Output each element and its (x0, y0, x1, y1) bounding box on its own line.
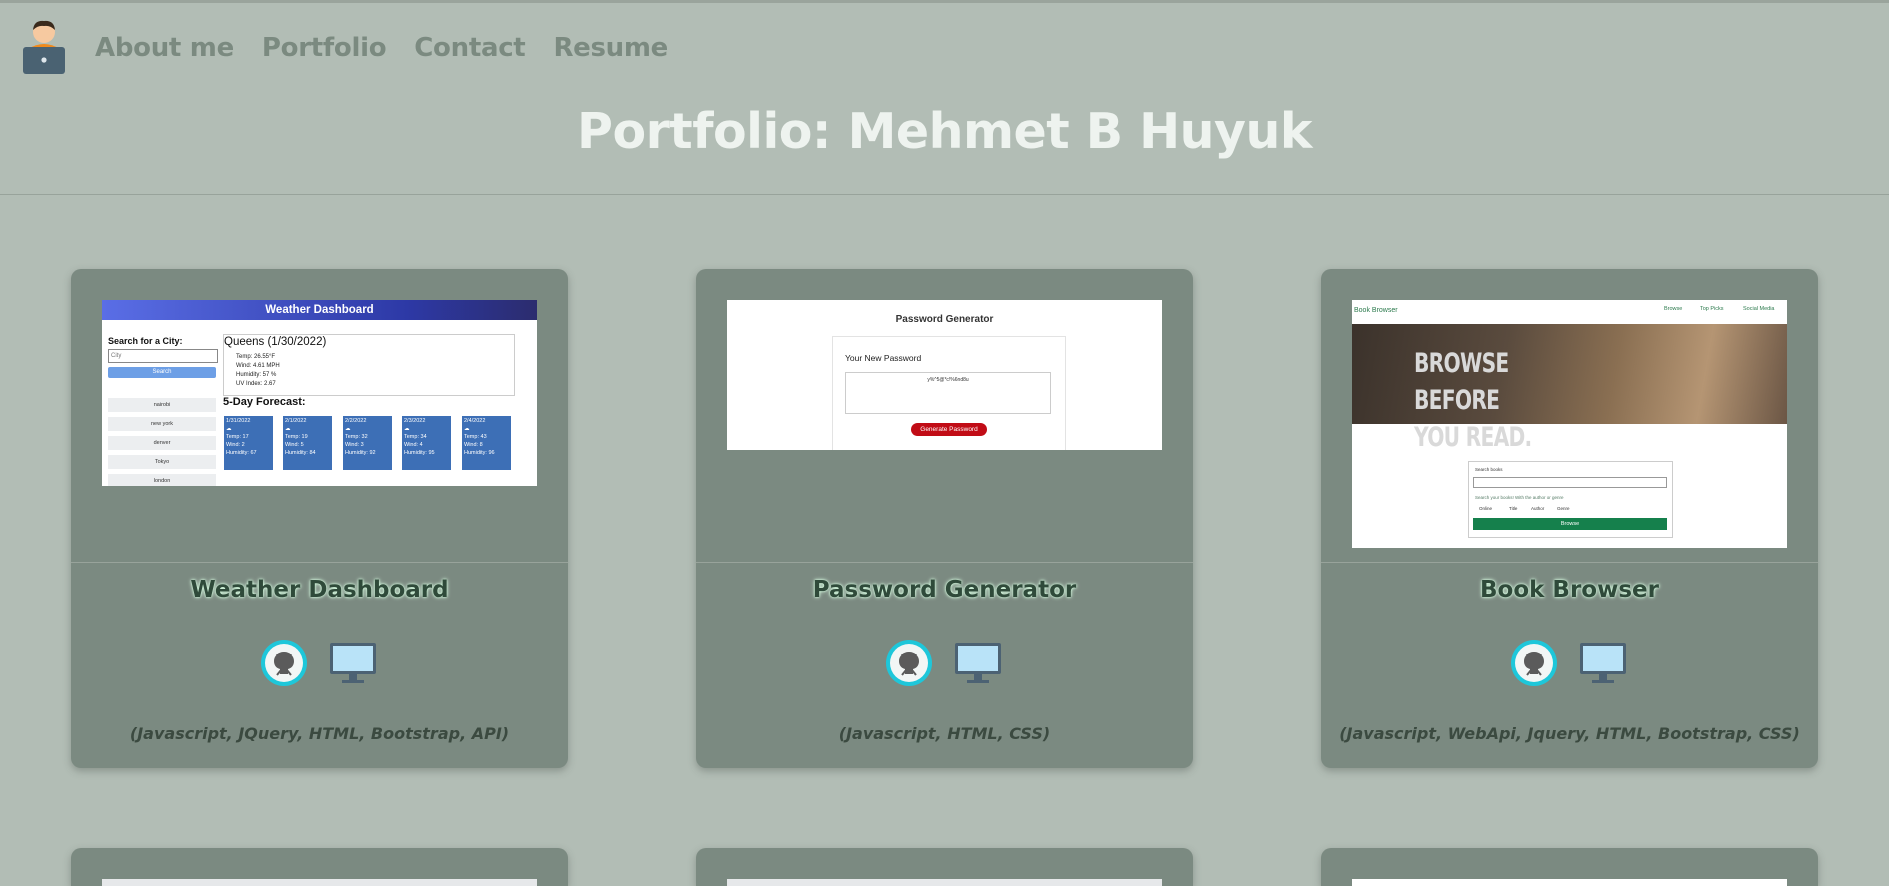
thumb-city: london (108, 474, 216, 486)
project-tech-stack: (Javascript, JQuery, HTML, Bootstrap, AP… (129, 724, 510, 743)
nav-portfolio[interactable]: Portfolio (262, 33, 387, 63)
project-title: Book Browser (1480, 577, 1659, 603)
project-thumb-area: Book Browser Browse Top Picks Social Med… (1321, 269, 1818, 563)
nav-about-me[interactable]: About me (95, 33, 234, 63)
project-card-book-browser: Book Browser Browse Top Picks Social Med… (1321, 269, 1818, 768)
thumb-hero-text: BROWSE BEFORE YOU READ. (1414, 348, 1532, 453)
thumb-generate-button: Generate Password (911, 423, 987, 436)
thumb-form-option: Title (1509, 506, 1518, 511)
project-screenshot[interactable] (102, 879, 537, 886)
thumb-city: nairobi (108, 398, 216, 412)
thumb-search-form: Search books Search your books! With the… (1468, 461, 1673, 538)
thumb-forecast-day: 2/1/2022 ☁ Temp: 19 Wind: 5 Humidity: 84 (283, 416, 332, 470)
project-screenshot[interactable] (727, 879, 1162, 886)
thumb-search-input: City (108, 349, 218, 363)
project-links (261, 640, 377, 686)
thumb-form-input (1473, 477, 1667, 488)
project-thumb-area: Password Generator Your New Password y%^… (696, 269, 1193, 563)
thumb-password-output: y%^5@*c!%6nd8u (845, 372, 1051, 414)
live-demo-monitor-icon[interactable] (329, 641, 377, 685)
site-header: About me Portfolio Contact Resume Portfo… (0, 3, 1889, 195)
thumb-form-option: Online (1479, 506, 1493, 511)
main-nav: About me Portfolio Contact Resume (95, 33, 668, 63)
thumb-nav-item: Browse (1664, 306, 1683, 312)
project-title: Password Generator (812, 577, 1077, 603)
thumb-forecast-day: 2/4/2022 ☁ Temp: 43 Wind: 8 Humidity: 96 (462, 416, 511, 470)
thumb-navbar: Book Browser Browse Top Picks Social Med… (1352, 300, 1787, 324)
thumb-city: Tokyo (108, 455, 216, 469)
thumb-city: denver (108, 436, 216, 450)
project-card-password-generator: Password Generator Your New Password y%^… (696, 269, 1193, 768)
project-thumb-area: Weather Dashboard Search for a City: Cit… (71, 269, 568, 563)
live-demo-monitor-icon[interactable] (954, 641, 1002, 685)
thumb-nav-item: Social Media (1743, 306, 1775, 312)
thumb-form-label: Search books (1475, 467, 1503, 472)
thumb-header: Weather Dashboard (102, 300, 537, 320)
project-tech-stack: (Javascript, WebApi, Jquery, HTML, Boots… (1339, 724, 1800, 743)
thumb-search-button: Search (108, 367, 216, 378)
nav-contact[interactable]: Contact (414, 33, 525, 63)
thumb-current-line: UV Index: 2.67 (236, 381, 276, 387)
project-screenshot[interactable] (1352, 879, 1787, 886)
thumb-current-line: Humidity: 57 % (236, 372, 277, 378)
thumb-form-hint: Search your books! With the author or ge… (1475, 495, 1564, 500)
thumb-forecast-day: 1/31/2022 ☁ Temp: 17 Wind: 2 Humidity: 67 (224, 416, 273, 470)
project-screenshot[interactable]: Book Browser Browse Top Picks Social Med… (1352, 300, 1787, 548)
live-demo-monitor-icon[interactable] (1579, 641, 1627, 685)
thumb-hero: BROWSE BEFORE YOU READ. (1352, 324, 1787, 453)
thumb-browse-button: Browse (1473, 518, 1667, 530)
thumb-card: Your New Password y%^5@*c!%6nd8u Generat… (832, 336, 1066, 450)
thumb-forecast-label: 5-Day Forecast: (223, 396, 306, 408)
thumb-city: new york (108, 417, 216, 431)
project-card-partial (1321, 848, 1818, 886)
github-icon[interactable] (886, 640, 932, 686)
thumb-forecast-day: 2/3/2022 ☁ Temp: 34 Wind: 4 Humidity: 95 (402, 416, 451, 470)
project-screenshot[interactable]: Weather Dashboard Search for a City: Cit… (102, 300, 537, 486)
thumb-current-weather: Queens (1/30/2022) Temp: 26.55°F Wind: 4… (223, 334, 515, 396)
thumb-current-line: Wind: 4.61 MPH (236, 363, 280, 369)
nav-resume[interactable]: Resume (553, 33, 668, 63)
developer-avatar-icon[interactable] (20, 19, 68, 75)
github-icon[interactable] (1511, 640, 1557, 686)
project-title: Weather Dashboard (190, 577, 449, 603)
page-title: Portfolio: Mehmet B Huyuk (577, 103, 1312, 160)
thumb-subheader: Your New Password (845, 353, 922, 363)
project-tech-stack: (Javascript, HTML, CSS) (838, 724, 1051, 743)
project-links (886, 640, 1002, 686)
thumb-nav-item: Top Picks (1700, 306, 1724, 312)
thumb-form-option: Genre (1557, 506, 1570, 511)
thumb-search-label: Search for a City: (108, 336, 183, 346)
project-card-partial (696, 848, 1193, 886)
thumb-current-line: Temp: 26.55°F (236, 354, 276, 360)
project-card-weather-dashboard: Weather Dashboard Search for a City: Cit… (71, 269, 568, 768)
thumb-forecast-day: 2/2/2022 ☁ Temp: 32 Wind: 3 Humidity: 92 (343, 416, 392, 470)
thumb-header: Password Generator (895, 314, 994, 325)
thumb-form-option: Author (1531, 506, 1545, 511)
github-icon[interactable] (261, 640, 307, 686)
thumb-current-title: Queens (1/30/2022) (224, 336, 327, 348)
project-links (1511, 640, 1627, 686)
project-card-partial (71, 848, 568, 886)
thumb-brand: Book Browser (1354, 307, 1398, 314)
project-screenshot[interactable]: Password Generator Your New Password y%^… (727, 300, 1162, 450)
